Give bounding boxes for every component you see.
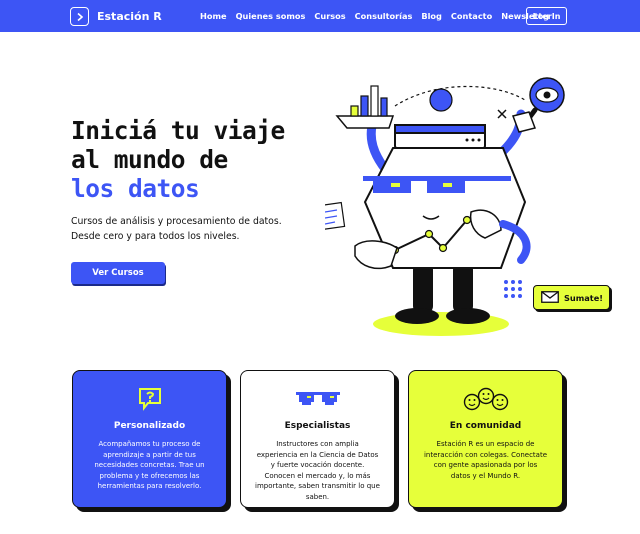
dot-grid: [518, 294, 522, 298]
trend-point-4: [462, 215, 472, 225]
hero-title: Iniciá tu viaje al mundo de los datos: [71, 116, 285, 203]
hero-title-line-1: Iniciá tu viaje: [71, 116, 285, 145]
nav-link-contacto[interactable]: Contacto: [451, 11, 492, 21]
cap-dot-1: [465, 138, 469, 142]
hero-title-line-2: al mundo de: [71, 145, 228, 174]
eye-pupil: [543, 91, 551, 99]
mascot-leg-left: [413, 262, 433, 314]
card-especialistas: Especialistas Instructores con amplia ex…: [240, 370, 395, 508]
dot-grid: [504, 294, 508, 298]
ver-cursos-button[interactable]: Ver Cursos: [71, 262, 165, 284]
sparkle-x: [497, 109, 507, 119]
top-navbar: Estación R Home Quienes somos Cursos Con…: [0, 0, 640, 32]
lens-shine-right: [443, 183, 452, 187]
mini-bar-2: [360, 95, 369, 117]
mini-bar-1: [350, 105, 359, 117]
dot-grid: [511, 287, 515, 291]
speech-bubble-question-icon: [73, 386, 226, 412]
nav-links: Home Quienes somos Cursos Consultorías B…: [200, 11, 552, 21]
nav-link-home[interactable]: Home: [200, 11, 227, 21]
cap-dot-2: [471, 138, 475, 142]
hero-subtitle-line-1: Cursos de análisis y procesamiento de da…: [71, 216, 282, 227]
mascot-hand-left: [335, 115, 395, 129]
dot-grid: [511, 294, 515, 298]
login-button[interactable]: Log In: [526, 7, 567, 25]
sumate-label: Sumate!: [564, 292, 603, 303]
card-title: En comunidad: [449, 421, 522, 431]
dot-grid: [518, 280, 522, 284]
dot-grid: [518, 287, 522, 291]
chevron-right-icon: [70, 7, 89, 26]
mascot-leg-right: [453, 262, 473, 314]
dot-grid: [504, 287, 508, 291]
mascot-foot-right: [446, 308, 490, 324]
card-personalizado: Personalizado Acompañamos tu proceso de …: [72, 370, 227, 508]
dot-grid: [504, 280, 508, 284]
card-text: Acompañamos tu proceso de aprendizaje a …: [94, 440, 205, 490]
cap-dot-3: [477, 138, 481, 142]
hero-subtitle: Cursos de análisis y procesamiento de da…: [71, 214, 331, 244]
pixel-sunglasses-icon: [241, 386, 394, 412]
hero-title-line-3: los datos: [71, 174, 200, 203]
mascot-foot-left: [395, 308, 439, 324]
dot-grid: [511, 280, 515, 284]
brand-name: Estación R: [97, 10, 162, 23]
trend-point-3: [438, 243, 448, 253]
dashed-orbit: [394, 85, 526, 107]
card-text: Instructores con amplia experiencia en l…: [255, 440, 380, 501]
card-title: Especialistas: [284, 421, 351, 431]
sumate-button[interactable]: Sumate!: [533, 285, 610, 310]
card-en-comunidad: En comunidad Estación R es un espacio de…: [408, 370, 563, 508]
mini-bar-3: [370, 85, 379, 117]
brand-home-link[interactable]: Estación R: [70, 7, 162, 26]
sunglasses-bar: [363, 176, 511, 181]
nav-link-blog[interactable]: Blog: [421, 11, 442, 21]
trend-point-2: [424, 229, 434, 239]
nav-link-quienes-somos[interactable]: Quienes somos: [236, 11, 306, 21]
nav-link-consultorias[interactable]: Consultorías: [355, 11, 413, 21]
envelope-icon: [541, 290, 559, 305]
smiley-faces-icon: [409, 386, 562, 412]
card-title: Personalizado: [113, 421, 186, 431]
nav-link-cursos[interactable]: Cursos: [314, 11, 345, 21]
mascot-hand-lower-left: [354, 240, 398, 270]
floating-dot: [429, 88, 453, 112]
mini-bar-4: [380, 97, 388, 117]
lens-shine-left: [391, 183, 400, 187]
mascot-head-band: [394, 124, 486, 134]
hero-subtitle-line-2: Desde cero y para todos los niveles.: [71, 231, 240, 242]
card-text: Estación R es un espacio de interacción …: [423, 440, 548, 480]
